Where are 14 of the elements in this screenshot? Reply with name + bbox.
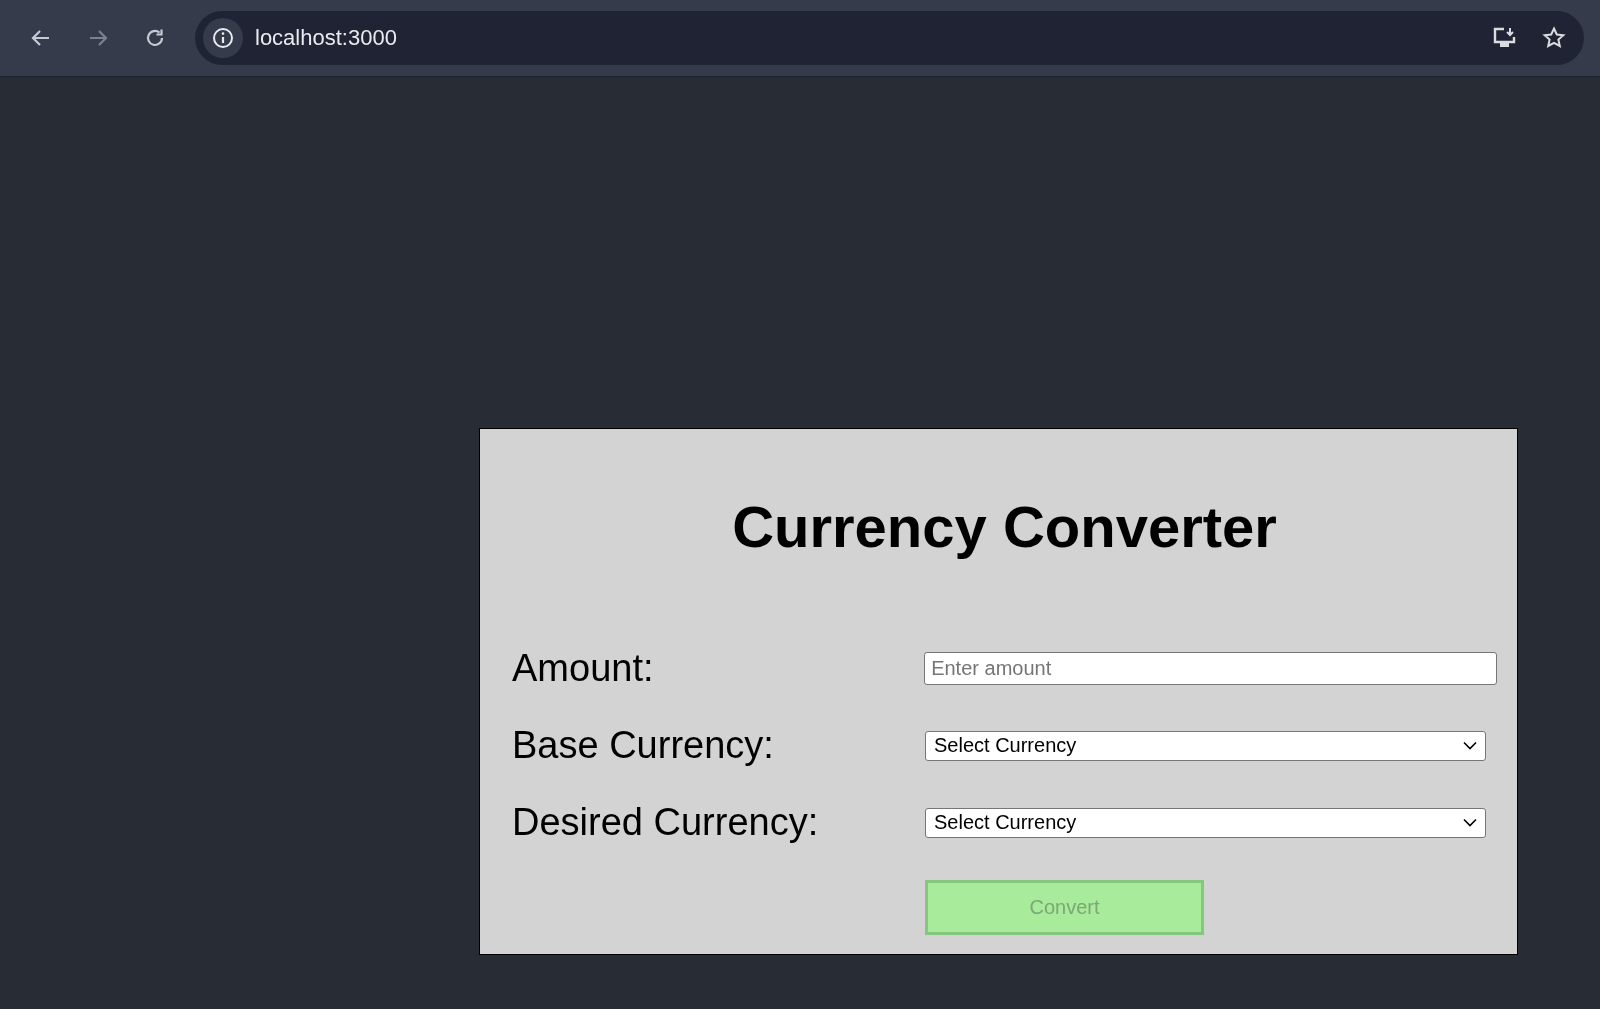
field-label: Desired Currency: bbox=[512, 801, 820, 844]
chevron-icon bbox=[1463, 741, 1477, 750]
field-label: Amount: bbox=[512, 647, 655, 690]
address-bar[interactable]: localhost:3000 bbox=[195, 11, 1584, 65]
star-icon[interactable] bbox=[1542, 26, 1566, 50]
currency-dropdown[interactable]: Select Currency bbox=[925, 807, 1486, 838]
field-label: Base Currency: bbox=[512, 724, 775, 767]
info-icon[interactable] bbox=[203, 18, 243, 58]
currency-dropdown[interactable]: Select Currency bbox=[925, 730, 1486, 761]
url-text: localhost:3000 bbox=[255, 25, 397, 51]
install-app-icon[interactable] bbox=[1492, 26, 1518, 50]
chevron-icon bbox=[1463, 818, 1477, 827]
amount-field[interactable]: Enter amount bbox=[924, 652, 1497, 685]
page-title: Currency Converter bbox=[731, 493, 1278, 560]
